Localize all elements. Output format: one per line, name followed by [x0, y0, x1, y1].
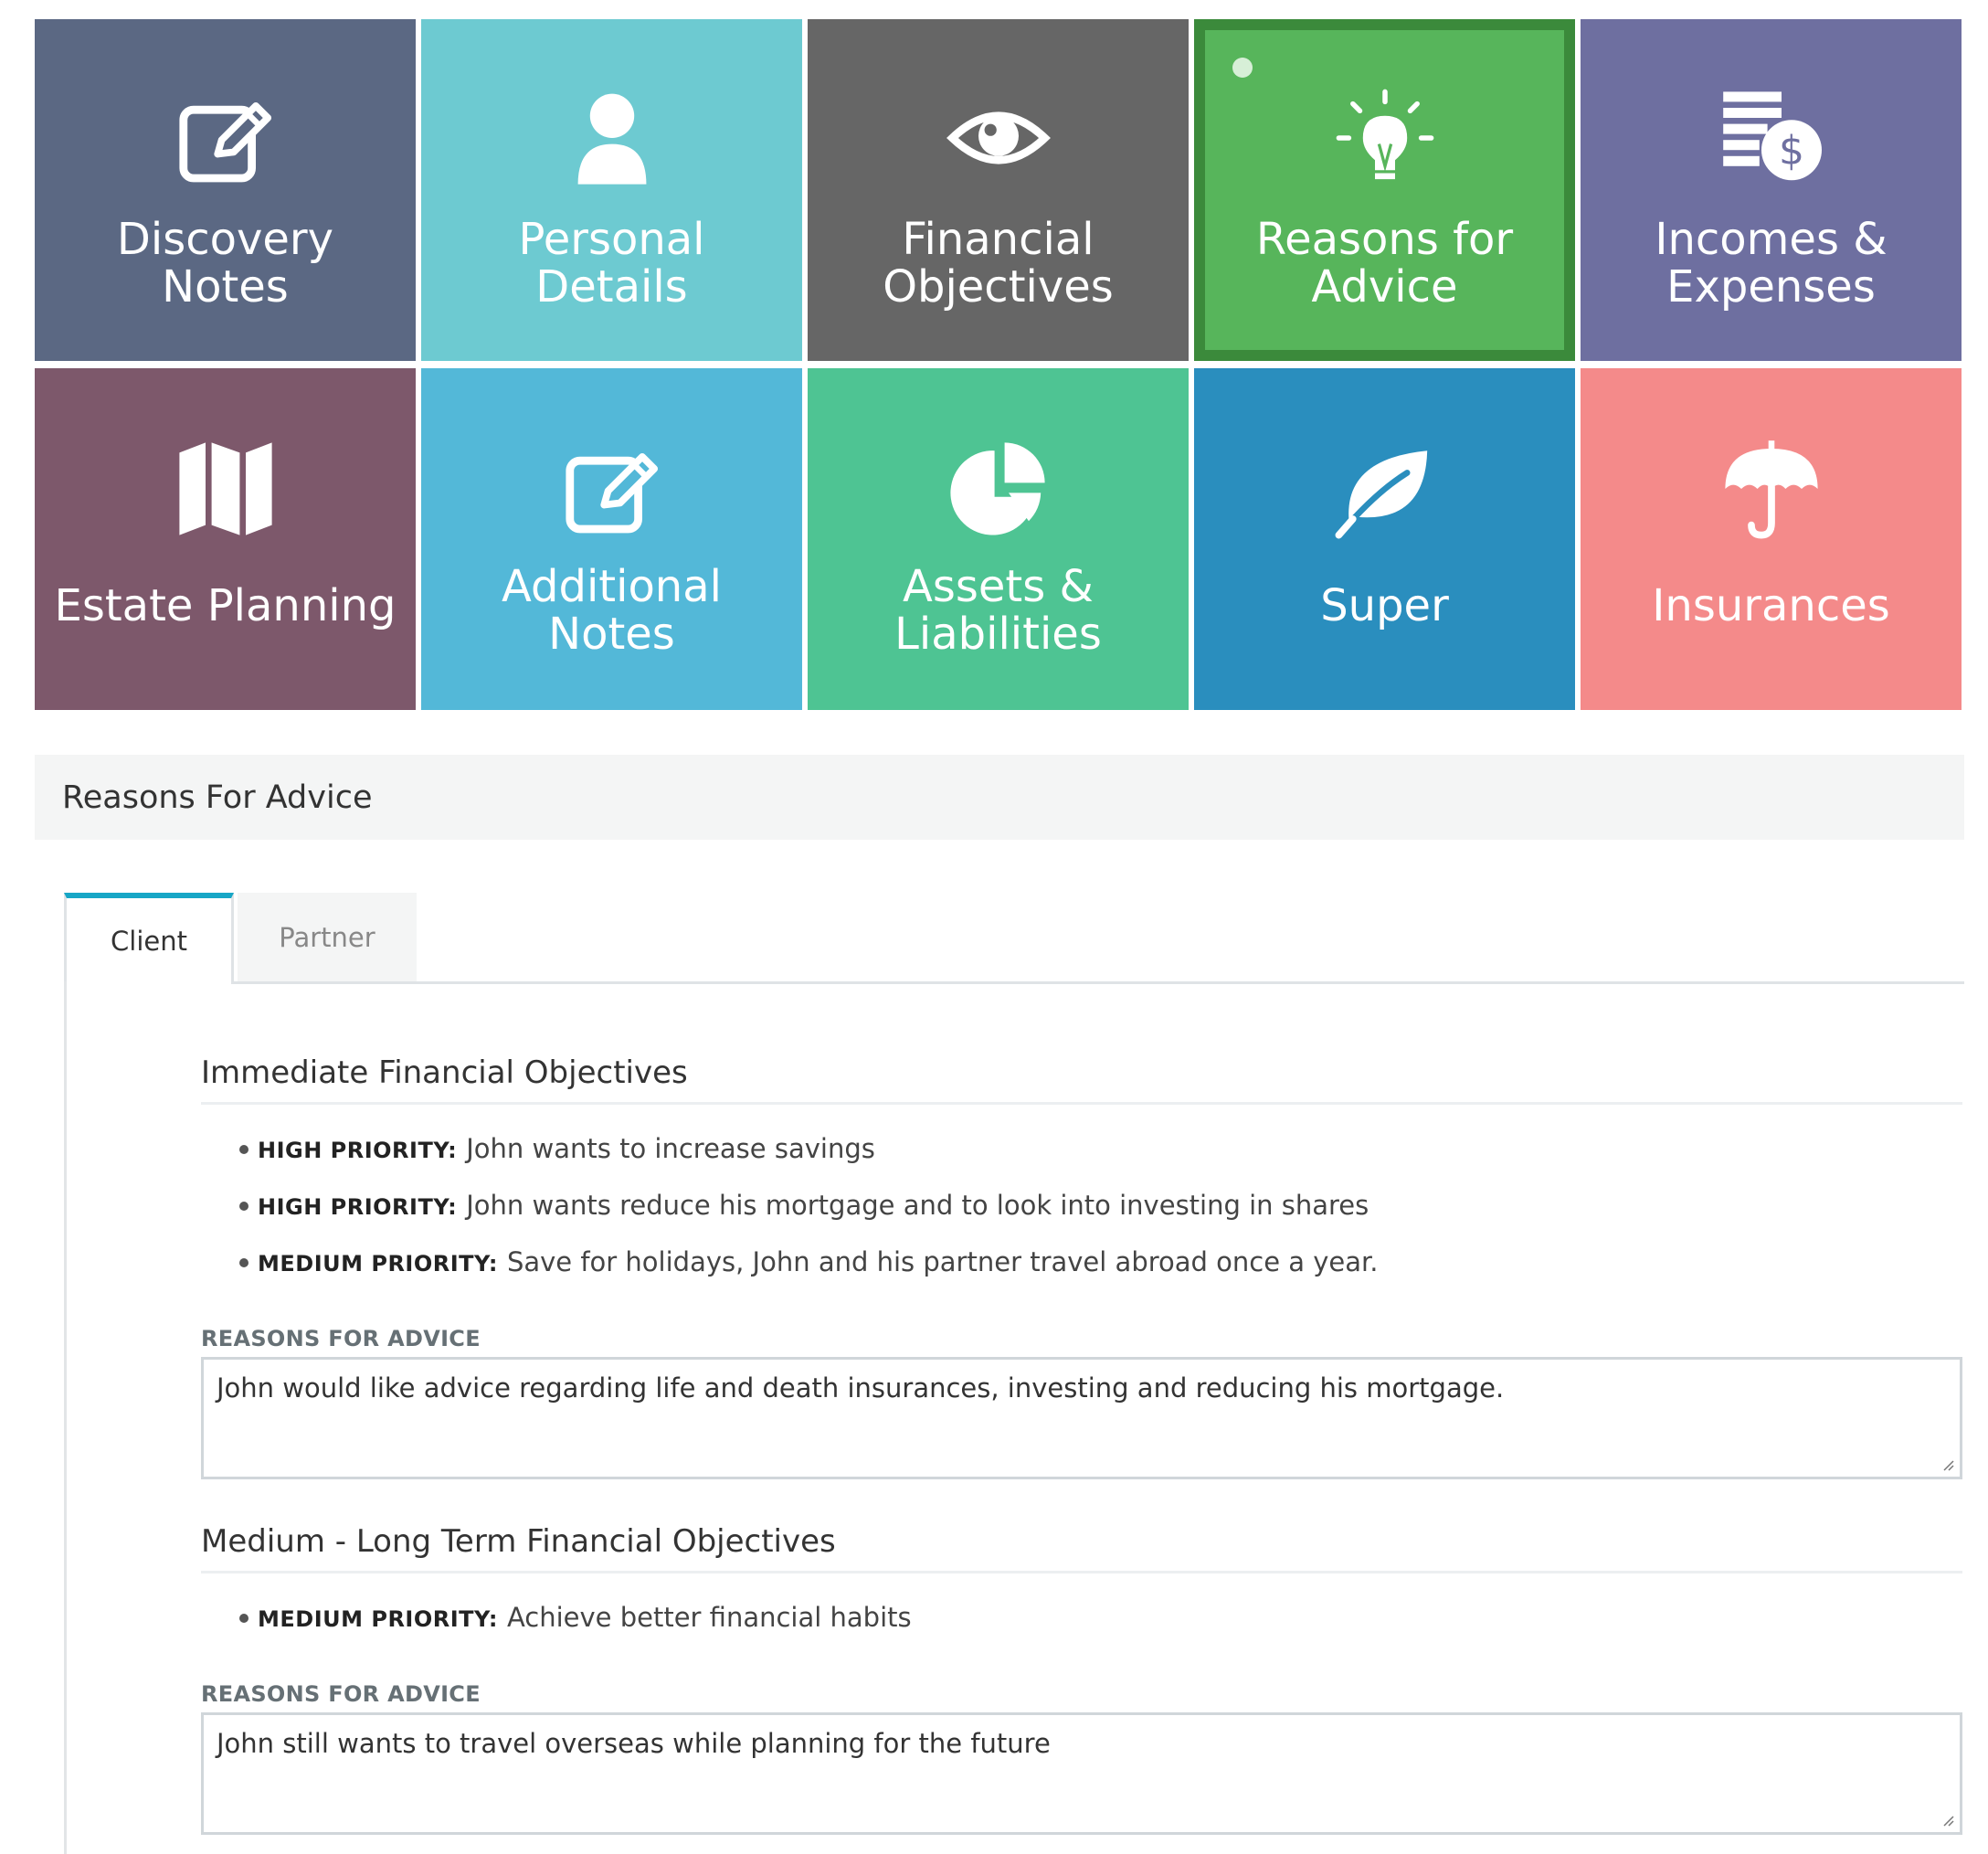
- coins-dollar-icon: $: [1717, 83, 1826, 193]
- tile-estate-planning[interactable]: Estate Planning: [35, 368, 416, 710]
- list-item: HIGH PRIORITY: John wants reduce his mort…: [201, 1178, 1962, 1234]
- longterm-objectives-section: Medium - Long Term Financial Objectives …: [201, 1523, 1962, 1835]
- tile-personal-details[interactable]: Personal Details: [421, 19, 802, 361]
- tile-label: Assets & Liabilities: [894, 561, 1102, 660]
- list-item: MEDIUM PRIORITY: Save for holidays, John …: [201, 1234, 1962, 1291]
- umbrella-icon: [1717, 434, 1826, 544]
- eye-icon: [944, 83, 1053, 193]
- tile-financial-objectives[interactable]: Financial Objectives: [808, 19, 1189, 361]
- edit-icon: [557, 434, 667, 544]
- edit-icon: [171, 83, 280, 193]
- tile-super[interactable]: Super: [1194, 368, 1575, 710]
- section-title: Reasons For Advice: [62, 779, 373, 816]
- tile-label: Additional Notes: [502, 561, 722, 660]
- user-icon: [557, 83, 667, 193]
- map-icon: [171, 434, 280, 544]
- tab-bar: Client Partner: [64, 893, 1964, 984]
- tile-label: Reasons for Advice: [1255, 214, 1514, 313]
- tile-discovery-notes[interactable]: Discovery Notes: [35, 19, 416, 361]
- reasons-field-label: REASONS FOR ADVICE: [201, 1326, 481, 1351]
- tile-label: Incomes & Expenses: [1655, 214, 1888, 313]
- tile-label: Financial Objectives: [883, 214, 1114, 313]
- tile-additional-notes[interactable]: Additional Notes: [421, 368, 802, 710]
- active-indicator: [1232, 58, 1253, 78]
- immediate-objectives-section: Immediate Financial Objectives HIGH PRIO…: [201, 1054, 1962, 1479]
- tile-label: Discovery Notes: [116, 214, 334, 313]
- pie-chart-icon: [944, 434, 1053, 544]
- tile-label: Estate Planning: [54, 580, 397, 631]
- longterm-reasons-textarea[interactable]: John still wants to travel overseas whil…: [201, 1712, 1962, 1835]
- tab-partner[interactable]: Partner: [238, 893, 417, 981]
- svg-text:$: $: [1779, 128, 1804, 175]
- tile-label: Insurances: [1652, 580, 1890, 631]
- longterm-objectives-heading: Medium - Long Term Financial Objectives: [201, 1523, 1962, 1573]
- resize-handle-icon[interactable]: [1940, 1812, 1954, 1827]
- tile-reasons-for-advice[interactable]: Reasons for Advice: [1194, 19, 1575, 361]
- tab-client[interactable]: Client: [64, 893, 234, 984]
- immediate-objectives-heading: Immediate Financial Objectives: [201, 1054, 1962, 1105]
- list-item: HIGH PRIORITY: John wants to increase sav…: [201, 1121, 1962, 1178]
- longterm-objectives-list: MEDIUM PRIORITY: Achieve better financial…: [201, 1590, 1962, 1647]
- tile-incomes-expenses[interactable]: $ Incomes & Expenses: [1581, 19, 1962, 361]
- reasons-panel: Client Partner Immediate Financial Objec…: [64, 893, 1964, 1854]
- section-title-bar: Reasons For Advice: [35, 755, 1964, 840]
- panel-left-border: [64, 981, 67, 1854]
- module-tiles: Discovery Notes Personal Details Financial…: [35, 19, 1962, 710]
- lightbulb-icon: [1330, 83, 1440, 193]
- resize-handle-icon[interactable]: [1940, 1457, 1954, 1471]
- immediate-reasons-textarea[interactable]: John would like advice regarding life an…: [201, 1357, 1962, 1479]
- tile-label: Super: [1320, 580, 1449, 631]
- list-item: MEDIUM PRIORITY: Achieve better financial…: [201, 1590, 1962, 1647]
- reasons-field-label: REASONS FOR ADVICE: [201, 1681, 481, 1707]
- tile-label: Personal Details: [518, 214, 705, 313]
- tile-insurances[interactable]: Insurances: [1581, 368, 1962, 710]
- immediate-objectives-list: HIGH PRIORITY: John wants to increase sav…: [201, 1121, 1962, 1291]
- leaf-icon: [1330, 434, 1440, 544]
- tile-assets-liabilities[interactable]: Assets & Liabilities: [808, 368, 1189, 710]
